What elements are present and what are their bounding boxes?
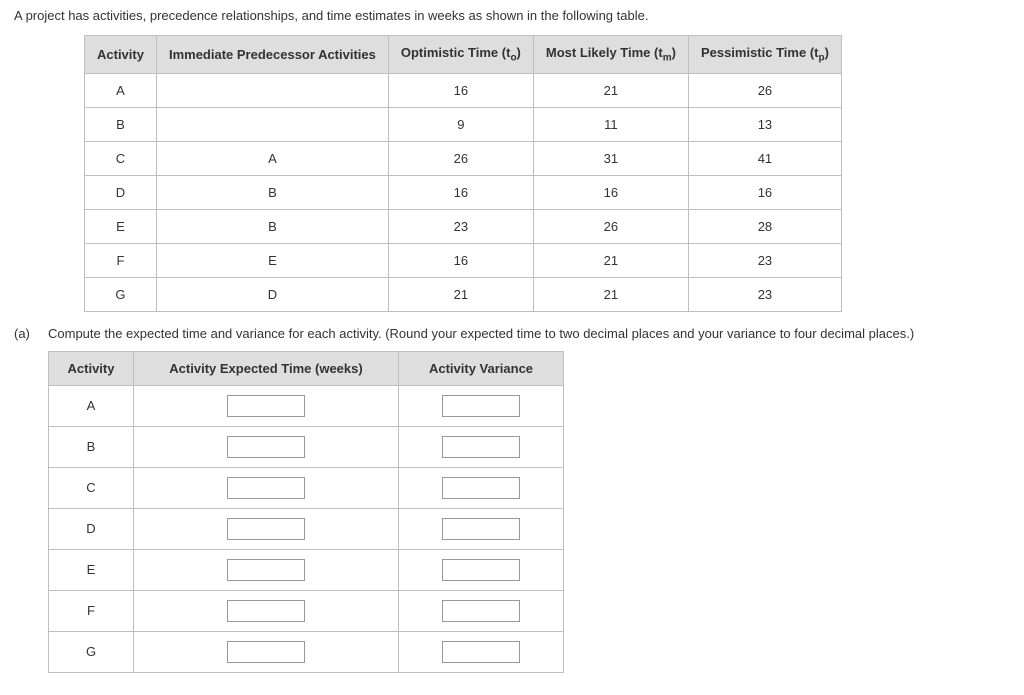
table-row: G xyxy=(49,631,564,672)
table-row: E xyxy=(49,549,564,590)
cell-variance xyxy=(399,467,564,508)
cell-expected xyxy=(134,467,399,508)
expected-time-input[interactable] xyxy=(227,436,305,458)
question-text: Compute the expected time and variance f… xyxy=(48,326,1010,341)
variance-input[interactable] xyxy=(442,600,520,622)
cell-tp: 16 xyxy=(688,175,841,209)
variance-input[interactable] xyxy=(442,395,520,417)
cell-activity: F xyxy=(85,243,157,277)
expected-time-input[interactable] xyxy=(227,477,305,499)
cell-activity: A xyxy=(49,385,134,426)
variance-input[interactable] xyxy=(442,641,520,663)
question-a: (a) Compute the expected time and varian… xyxy=(14,326,1010,341)
table-row: F xyxy=(49,590,564,631)
table-row: B xyxy=(49,426,564,467)
variance-input[interactable] xyxy=(442,477,520,499)
cell-variance xyxy=(399,590,564,631)
intro-text: A project has activities, precedence rel… xyxy=(14,8,1010,23)
cell-tm: 26 xyxy=(533,209,688,243)
cell-variance xyxy=(399,631,564,672)
time-estimates-table: Activity Immediate Predecessor Activitie… xyxy=(84,35,842,312)
cell-activity: D xyxy=(85,175,157,209)
cell-pred: B xyxy=(156,209,388,243)
cell-tm: 21 xyxy=(533,277,688,311)
cell-tp: 13 xyxy=(688,107,841,141)
cell-to: 16 xyxy=(388,73,533,107)
variance-input[interactable] xyxy=(442,559,520,581)
col-mostlikely: Most Likely Time (tm) xyxy=(533,36,688,74)
cell-expected xyxy=(134,385,399,426)
cell-to: 26 xyxy=(388,141,533,175)
col-optimistic: Optimistic Time (to) xyxy=(388,36,533,74)
cell-pred xyxy=(156,73,388,107)
expected-time-input[interactable] xyxy=(227,395,305,417)
cell-expected xyxy=(134,549,399,590)
cell-activity: E xyxy=(49,549,134,590)
cell-tp: 23 xyxy=(688,243,841,277)
col-activity-2: Activity xyxy=(49,351,134,385)
cell-activity: D xyxy=(49,508,134,549)
col-expected-time: Activity Expected Time (weeks) xyxy=(134,351,399,385)
cell-expected xyxy=(134,508,399,549)
col-pessimistic: Pessimistic Time (tp) xyxy=(688,36,841,74)
table-row: A 162126 xyxy=(85,73,842,107)
question-label: (a) xyxy=(14,326,48,341)
cell-tm: 11 xyxy=(533,107,688,141)
cell-pred: E xyxy=(156,243,388,277)
cell-tm: 21 xyxy=(533,73,688,107)
table-row: FE162123 xyxy=(85,243,842,277)
expected-time-input[interactable] xyxy=(227,600,305,622)
cell-activity: C xyxy=(85,141,157,175)
table-row: EB232628 xyxy=(85,209,842,243)
cell-pred: A xyxy=(156,141,388,175)
cell-to: 21 xyxy=(388,277,533,311)
cell-pred xyxy=(156,107,388,141)
cell-to: 16 xyxy=(388,175,533,209)
expected-time-input[interactable] xyxy=(227,559,305,581)
col-variance: Activity Variance xyxy=(399,351,564,385)
table-row: CA263141 xyxy=(85,141,842,175)
cell-to: 23 xyxy=(388,209,533,243)
answer-table: Activity Activity Expected Time (weeks) … xyxy=(48,351,564,673)
cell-expected xyxy=(134,631,399,672)
cell-tp: 26 xyxy=(688,73,841,107)
cell-activity: F xyxy=(49,590,134,631)
cell-pred: B xyxy=(156,175,388,209)
table-row: A xyxy=(49,385,564,426)
cell-activity: G xyxy=(85,277,157,311)
cell-variance xyxy=(399,426,564,467)
cell-tm: 16 xyxy=(533,175,688,209)
table-row: C xyxy=(49,467,564,508)
col-predecessor: Immediate Predecessor Activities xyxy=(156,36,388,74)
cell-variance xyxy=(399,549,564,590)
cell-tm: 21 xyxy=(533,243,688,277)
cell-to: 16 xyxy=(388,243,533,277)
table-row: D xyxy=(49,508,564,549)
cell-activity: B xyxy=(49,426,134,467)
table-row: B 91113 xyxy=(85,107,842,141)
cell-tm: 31 xyxy=(533,141,688,175)
cell-tp: 41 xyxy=(688,141,841,175)
variance-input[interactable] xyxy=(442,518,520,540)
variance-input[interactable] xyxy=(442,436,520,458)
cell-variance xyxy=(399,508,564,549)
cell-activity: G xyxy=(49,631,134,672)
expected-time-input[interactable] xyxy=(227,518,305,540)
cell-variance xyxy=(399,385,564,426)
table-row: DB161616 xyxy=(85,175,842,209)
table-row: GD212123 xyxy=(85,277,842,311)
col-activity: Activity xyxy=(85,36,157,74)
cell-tp: 28 xyxy=(688,209,841,243)
cell-activity: C xyxy=(49,467,134,508)
cell-to: 9 xyxy=(388,107,533,141)
expected-time-input[interactable] xyxy=(227,641,305,663)
cell-activity: A xyxy=(85,73,157,107)
cell-activity: B xyxy=(85,107,157,141)
cell-tp: 23 xyxy=(688,277,841,311)
cell-expected xyxy=(134,590,399,631)
cell-pred: D xyxy=(156,277,388,311)
cell-expected xyxy=(134,426,399,467)
cell-activity: E xyxy=(85,209,157,243)
